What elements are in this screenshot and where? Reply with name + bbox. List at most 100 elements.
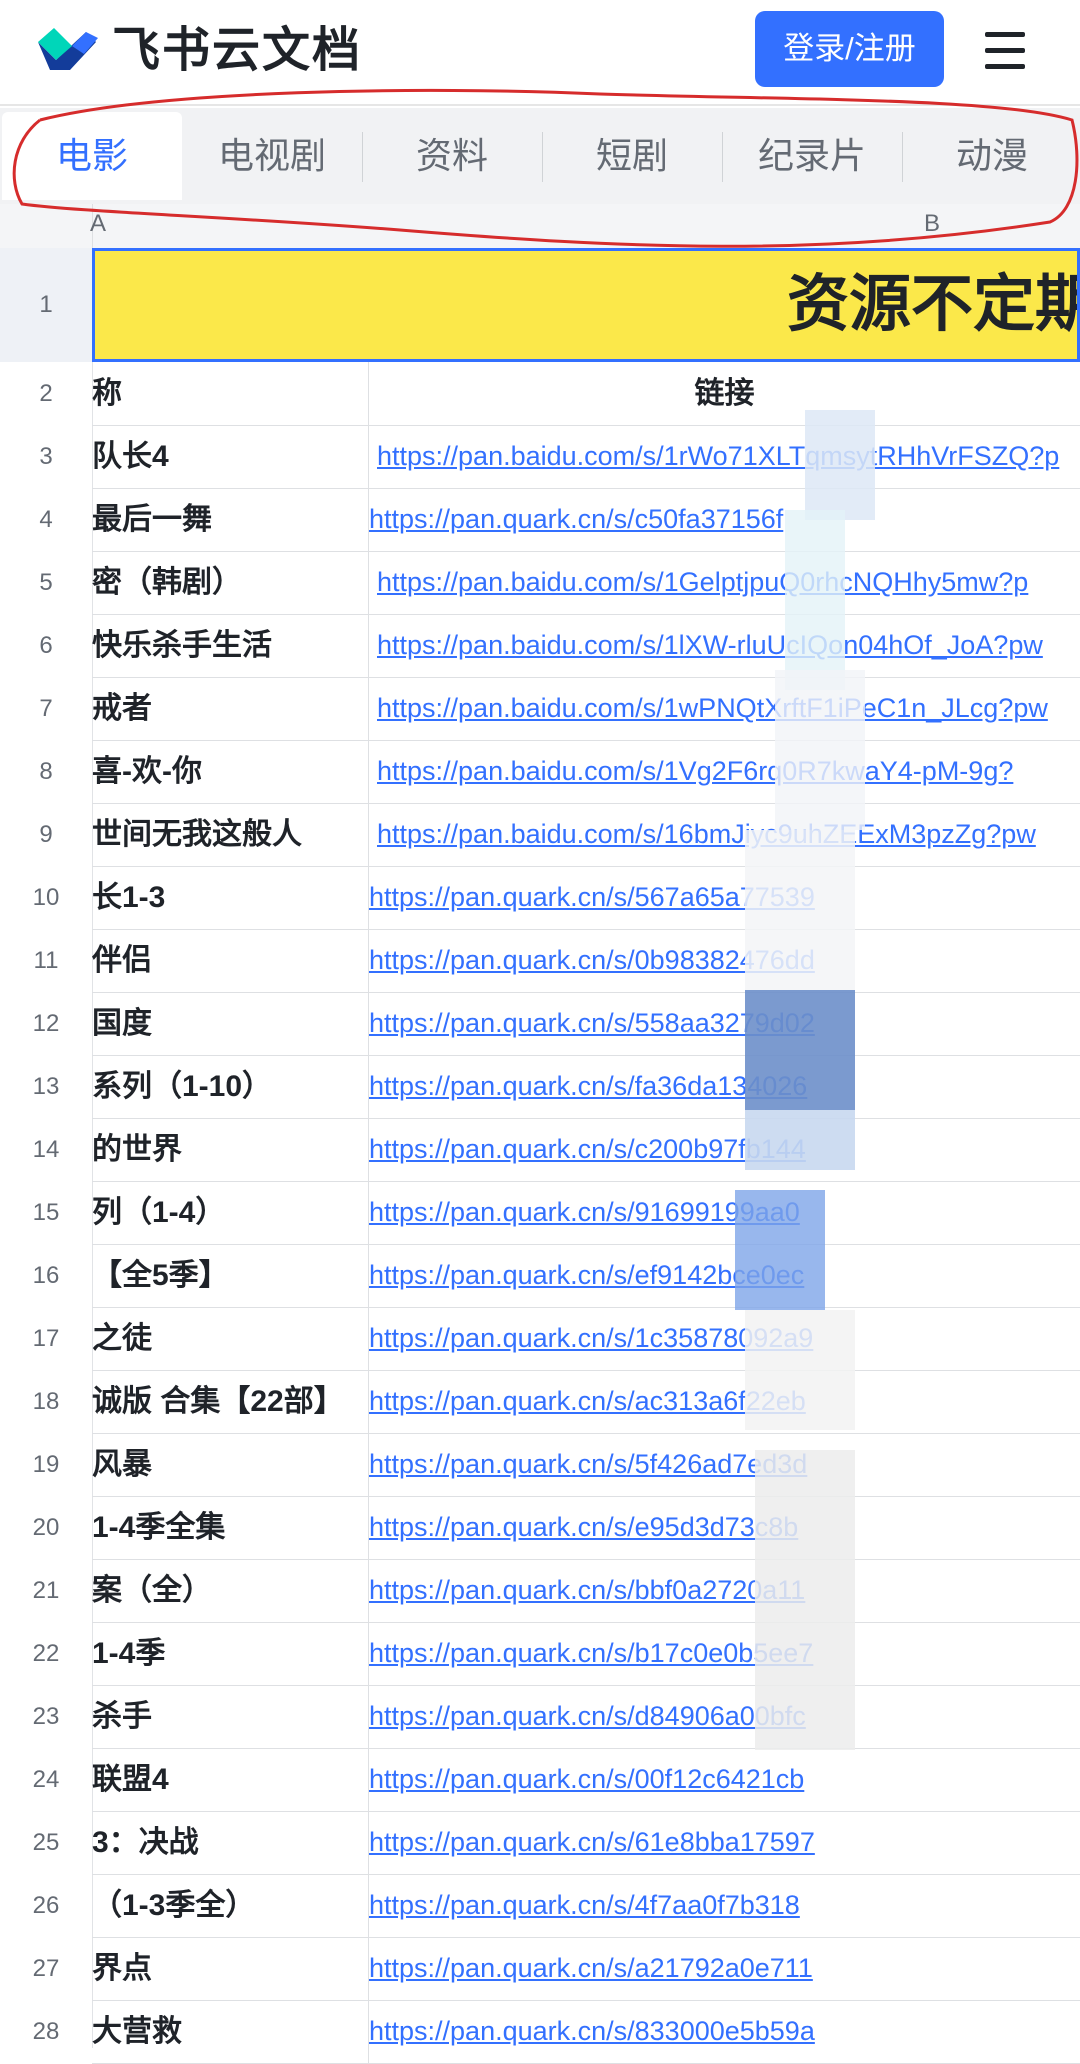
table-row: 伴侣 https://pan.quark.cn/s/0b98382476dd [92,929,1080,993]
row-number[interactable]: 2 [0,362,92,425]
row-number[interactable]: 15 [0,1181,92,1244]
cell-link[interactable]: https://pan.quark.cn/s/c50fa37156f [369,488,1080,551]
cell-name[interactable]: 列（1-4） [92,1181,369,1244]
row-number[interactable]: 4 [0,488,92,551]
cell-link[interactable]: https://pan.quark.cn/s/5f426ad7ed3d [369,1433,1080,1496]
row-number[interactable]: 10 [0,866,92,929]
cell-link[interactable]: https://pan.baidu.com/s/1GelptjpuQ0rhcNQ… [369,551,1080,614]
row-number[interactable]: 28 [0,2000,92,2063]
cell-name[interactable]: 的世界 [92,1118,369,1181]
cell-name[interactable]: 案（全） [92,1559,369,1622]
cell-link[interactable]: https://pan.quark.cn/s/1c35878092a9 [369,1307,1080,1370]
row-number[interactable]: 20 [0,1496,92,1559]
table-row: 【全5季】 https://pan.quark.cn/s/ef9142bce0ec [92,1244,1080,1308]
cell-name[interactable]: 快乐杀手生活 [92,614,369,677]
tab-anime[interactable]: 动漫 [902,112,1080,200]
cell-name[interactable]: 最后一舞 [92,488,369,551]
cell-name[interactable]: 风暴 [92,1433,369,1496]
cell-link[interactable]: https://pan.quark.cn/s/bbf0a2720a11 [369,1559,1080,1622]
column-letter-a[interactable]: A [90,210,106,238]
row-number[interactable]: 26 [0,1874,92,1937]
row-number[interactable]: 18 [0,1370,92,1433]
cell-name[interactable]: 伴侣 [92,929,369,992]
row-number[interactable]: 5 [0,551,92,614]
row-number[interactable]: 6 [0,614,92,677]
cell-name[interactable]: 戒者 [92,677,369,740]
row-number[interactable]: 7 [0,677,92,740]
tab-movie[interactable]: 电影 [2,112,182,200]
cell-link[interactable]: https://pan.quark.cn/s/4f7aa0f7b318 [369,1874,1080,1937]
cell-name[interactable]: 世间无我这般人 [92,803,369,866]
table-row: 队长4 https://pan.baidu.com/s/1rWo71XLTqmsy… [92,425,1080,489]
cell-link[interactable]: https://pan.quark.cn/s/91699199aa0 [369,1181,1080,1244]
row-number[interactable]: 9 [0,803,92,866]
cell-name[interactable]: 3：决战 [92,1811,369,1874]
cell-name[interactable]: （1-3季全） [92,1874,369,1937]
cell-name[interactable]: 大营救 [92,2000,369,2063]
cell-link[interactable]: https://pan.quark.cn/s/e95d3d73c8b [369,1496,1080,1559]
cell-link[interactable]: https://pan.quark.cn/s/a21792a0e711 [369,1937,1080,2000]
column-header-name[interactable]: 称 [92,362,369,425]
cell-link[interactable]: https://pan.baidu.com/s/1lXW-rluUcIQon04… [369,614,1080,677]
cell-name[interactable]: 联盟4 [92,1748,369,1811]
row-number[interactable]: 21 [0,1559,92,1622]
cell-name[interactable]: 长1-3 [92,866,369,929]
table-row: 快乐杀手生活 https://pan.baidu.com/s/1lXW-rluUc… [92,614,1080,678]
cell-name[interactable]: 1-4季 [92,1622,369,1685]
table-row: 系列（1-10） https://pan.quark.cn/s/fa36da134… [92,1055,1080,1119]
tab-documentary[interactable]: 纪录片 [722,112,902,200]
cell-link[interactable]: https://pan.quark.cn/s/0b98382476dd [369,929,1080,992]
row-number[interactable]: 17 [0,1307,92,1370]
row-number-1[interactable]: 1 [0,248,92,362]
cell-name[interactable]: 系列（1-10） [92,1055,369,1118]
cell-link[interactable]: https://pan.baidu.com/s/1wPNQtXrftF1iPeC… [369,677,1080,740]
row-number[interactable]: 16 [0,1244,92,1307]
login-register-button[interactable]: 登录/注册 [755,11,944,87]
row-number[interactable]: 12 [0,992,92,1055]
row-number[interactable]: 24 [0,1748,92,1811]
cell-link[interactable]: https://pan.quark.cn/s/ef9142bce0ec [369,1244,1080,1307]
cell-name[interactable]: 诚版 合集【22部】 [92,1370,369,1433]
row-number[interactable]: 8 [0,740,92,803]
row-number[interactable]: 23 [0,1685,92,1748]
column-header-bar: A B [0,204,1080,249]
cell-link[interactable]: https://pan.baidu.com/s/16bmJiyc9uhZEExM… [369,803,1080,866]
row-number[interactable]: 25 [0,1811,92,1874]
cell-link[interactable]: https://pan.quark.cn/s/567a65a77539 [369,866,1080,929]
cell-name[interactable]: 密（韩剧） [92,551,369,614]
tab-short-drama[interactable]: 短剧 [542,112,722,200]
column-letter-b[interactable]: B [924,210,940,238]
row-number[interactable]: 11 [0,929,92,992]
cell-name[interactable]: 界点 [92,1937,369,2000]
column-header-link[interactable]: 链接 [369,362,1080,425]
cell-link[interactable]: https://pan.quark.cn/s/b17c0e0b5ee7 [369,1622,1080,1685]
cell-name[interactable]: 1-4季全集 [92,1496,369,1559]
row-number[interactable]: 19 [0,1433,92,1496]
cell-name[interactable]: 国度 [92,992,369,1055]
hamburger-menu-icon[interactable] [985,28,1033,72]
cell-link[interactable]: https://pan.quark.cn/s/61e8bba17597 [369,1811,1080,1874]
row-number[interactable]: 27 [0,1937,92,2000]
sheet-title-banner[interactable]: 资源不定期 [92,248,1080,362]
cell-link[interactable]: https://pan.quark.cn/s/00f12c6421cb [369,1748,1080,1811]
cell-link[interactable]: https://pan.quark.cn/s/558aa3279d02 [369,992,1080,1055]
row-number[interactable]: 3 [0,425,92,488]
cell-name[interactable]: 杀手 [92,1685,369,1748]
cell-name[interactable]: 之徒 [92,1307,369,1370]
row-number[interactable]: 22 [0,1622,92,1685]
cell-link[interactable]: https://pan.quark.cn/s/ac313a6f22eb [369,1370,1080,1433]
cell-link[interactable]: https://pan.quark.cn/s/d84906a00bfc [369,1685,1080,1748]
cell-link[interactable]: https://pan.quark.cn/s/833000e5b59a [369,2000,1080,2063]
tab-tv-series[interactable]: 电视剧 [182,112,362,200]
cell-name[interactable]: 【全5季】 [92,1244,369,1307]
cell-link[interactable]: https://pan.quark.cn/s/c200b97fb144 [369,1118,1080,1181]
cell-name[interactable]: 喜-欢-你 [92,740,369,803]
cell-link[interactable]: https://pan.baidu.com/s/1rWo71XLTqmsytRH… [369,425,1080,488]
row-number[interactable]: 13 [0,1055,92,1118]
cell-link[interactable]: https://pan.quark.cn/s/fa36da134026 [369,1055,1080,1118]
tab-materials[interactable]: 资料 [362,112,542,200]
row-number[interactable]: 14 [0,1118,92,1181]
select-all-corner[interactable] [0,204,93,248]
cell-name[interactable]: 队长4 [92,425,369,488]
cell-link[interactable]: https://pan.baidu.com/s/1Vg2F6rq0R7kwaY4… [369,740,1080,803]
